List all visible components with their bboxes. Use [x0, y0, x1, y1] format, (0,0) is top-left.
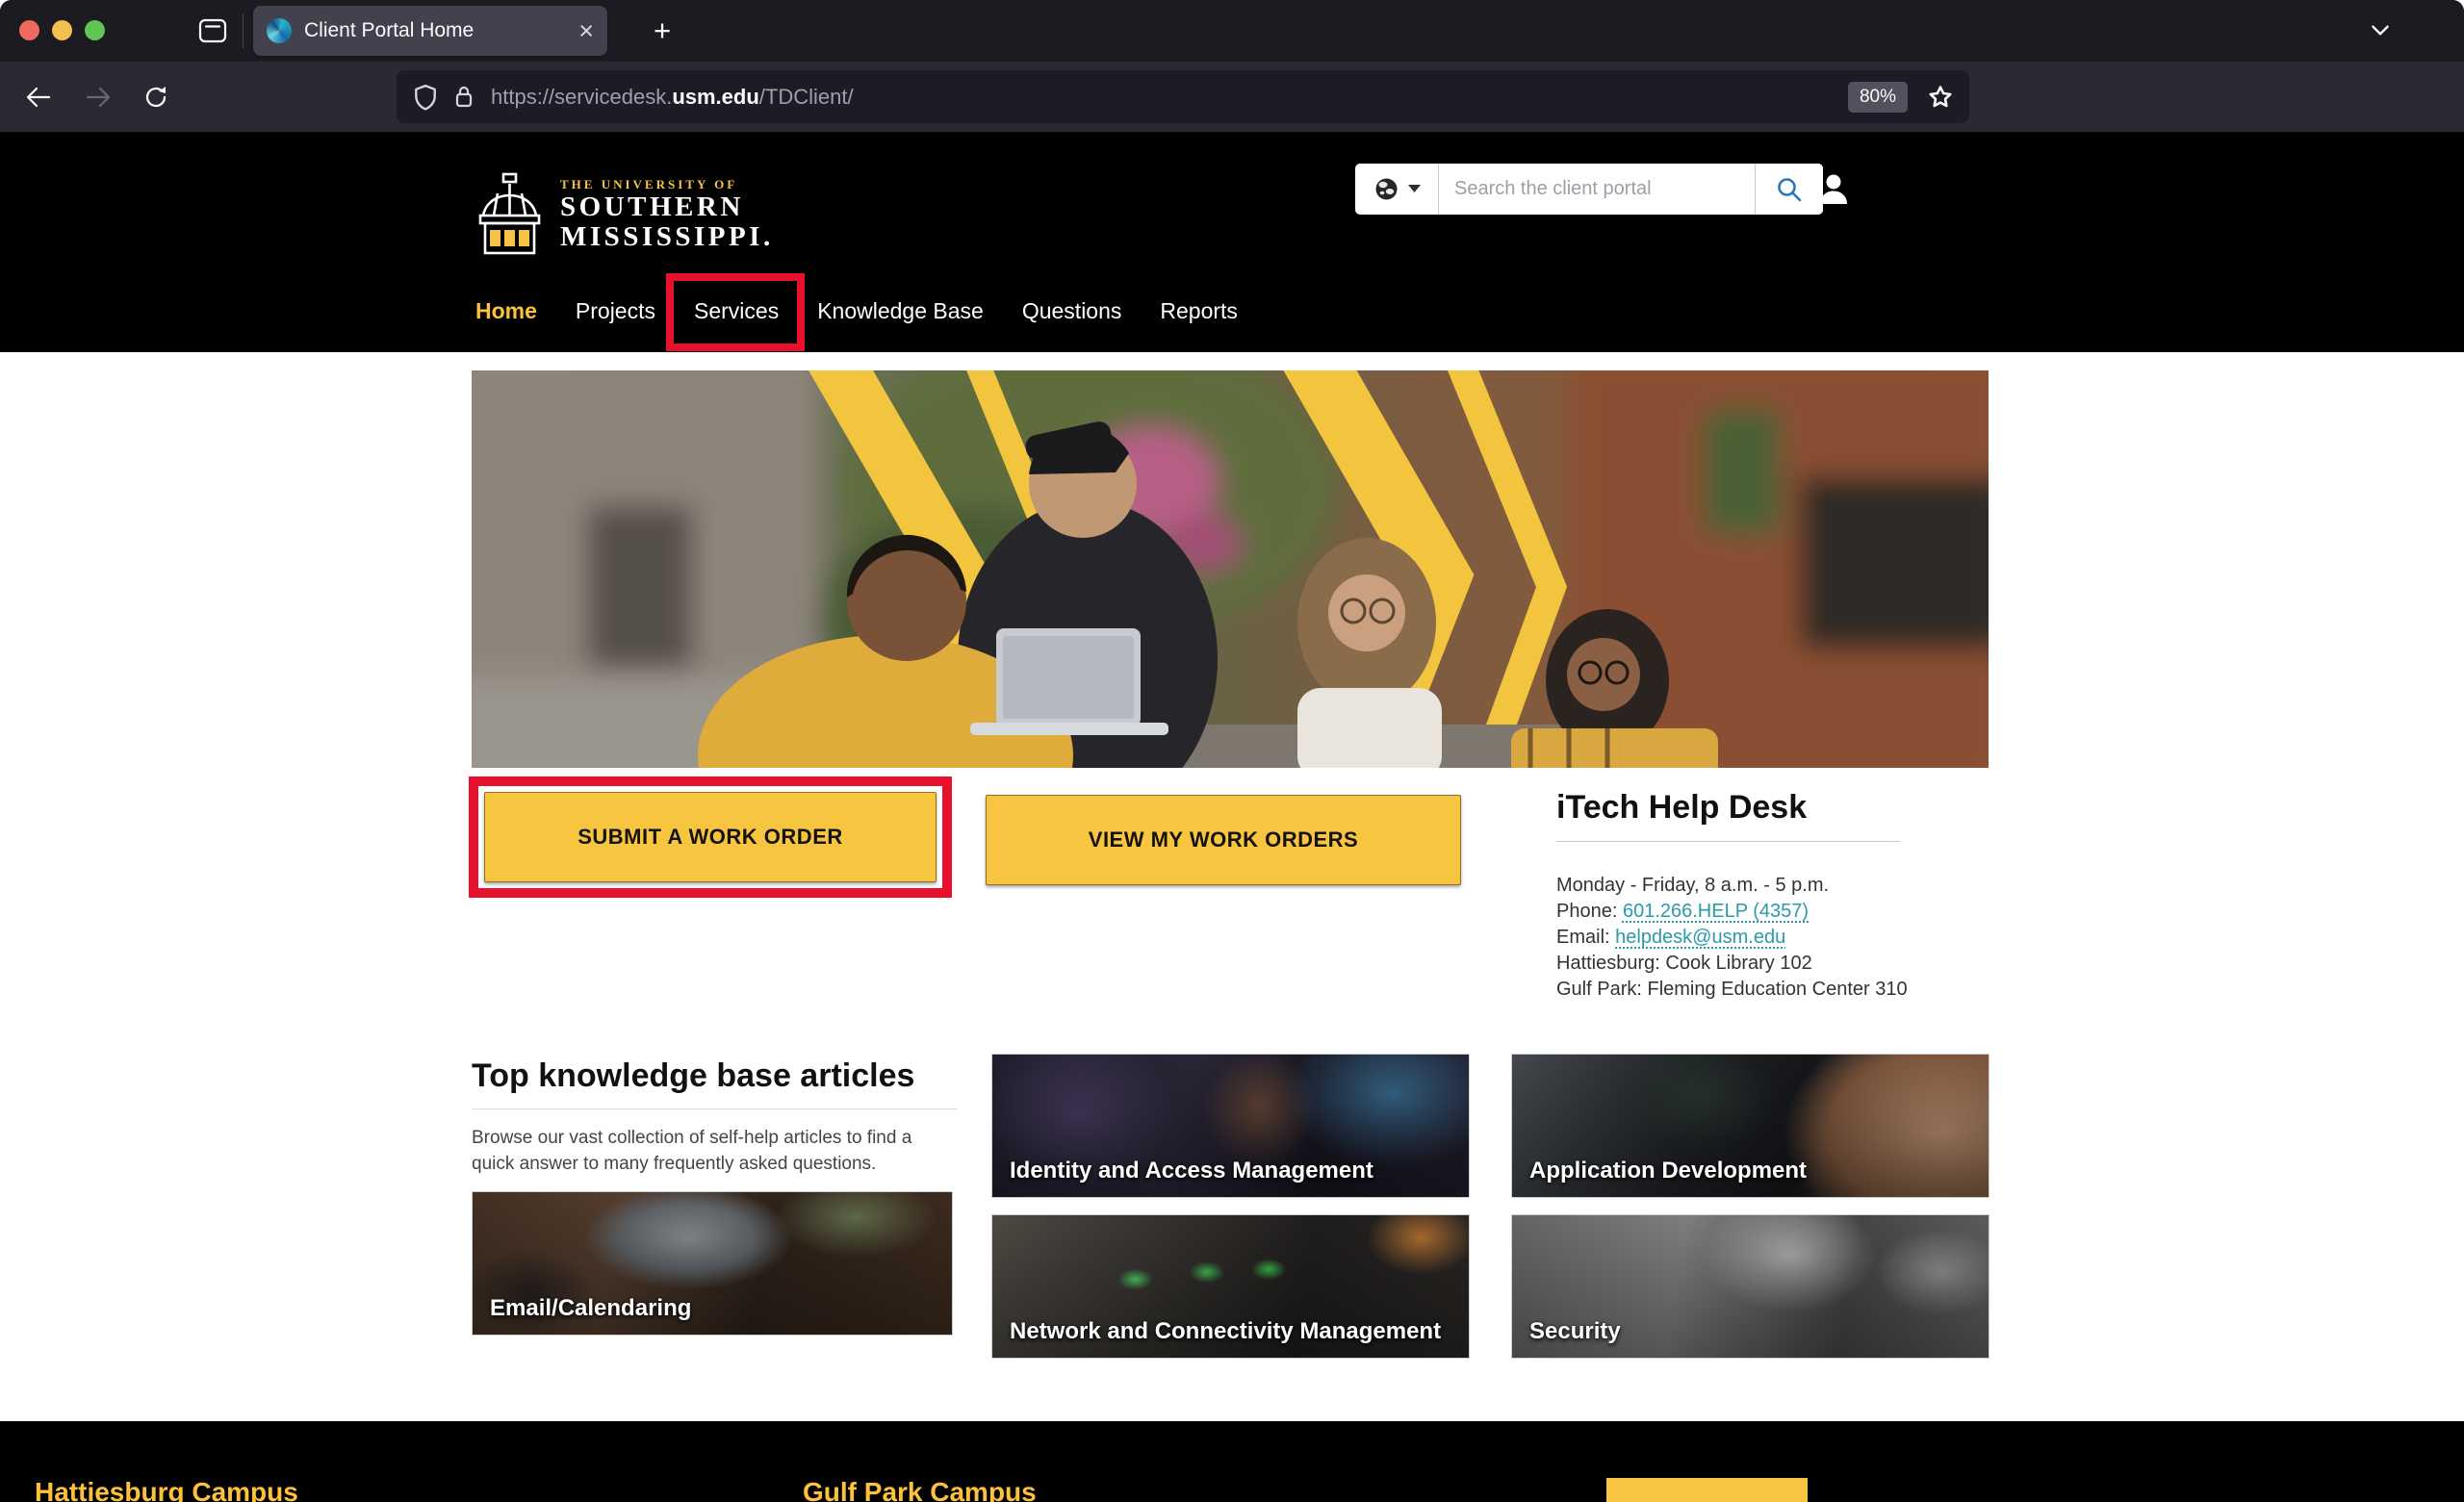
portal-page: THE UNIVERSITY OF SOUTHERN MISSISSIPPI. — [0, 132, 2464, 1502]
tab-client-portal-home[interactable]: Client Portal Home × — [253, 6, 607, 56]
back-button[interactable] — [17, 76, 60, 118]
window-minimize-button[interactable] — [52, 20, 72, 40]
knowledge-base-section: Top knowledge base articles Browse our v… — [472, 1057, 958, 1177]
portal-footer — [0, 1421, 2464, 1502]
kb-card-label: Application Development — [1529, 1158, 1808, 1184]
user-account-button[interactable] — [1815, 170, 1852, 207]
help-desk-panel: iTech Help Desk Monday - Friday, 8 a.m. … — [1556, 789, 1941, 1003]
teamdynamix-favicon — [267, 18, 292, 43]
email-link[interactable]: helpdesk@usm.edu — [1615, 927, 1785, 948]
lock-icon[interactable] — [445, 78, 483, 116]
nav-item-questions[interactable]: Questions — [1020, 294, 1124, 328]
usm-logo[interactable]: THE UNIVERSITY OF SOUTHERN MISSISSIPPI. — [474, 172, 774, 257]
kb-card-label: Security — [1529, 1318, 1621, 1344]
nav-item-reports[interactable]: Reports — [1158, 294, 1240, 328]
list-all-tabs-chevron-icon[interactable] — [2364, 15, 2397, 46]
kb-card-network-connectivity[interactable]: Network and Connectivity Management — [991, 1214, 1470, 1359]
search-button[interactable] — [1756, 164, 1823, 215]
globe-icon — [1375, 178, 1397, 200]
url-domain: usm.edu — [672, 84, 759, 109]
url-text: https://servicedesk.usm.edu/TDClient/ — [491, 85, 1848, 110]
url-bar[interactable]: https://servicedesk.usm.edu/TDClient/ 80… — [397, 70, 1969, 123]
kb-divider — [472, 1108, 958, 1109]
url-path: /TDClient/ — [758, 84, 854, 109]
bookmark-star-icon[interactable] — [1921, 78, 1960, 116]
nav-item-services[interactable]: Services — [666, 272, 806, 351]
firefox-view-icon[interactable] — [195, 14, 230, 47]
search-icon — [1778, 177, 1802, 201]
tabstrip-divider — [243, 13, 244, 48]
window-zoom-button[interactable] — [85, 20, 105, 40]
logo-line-2: SOUTHERN — [560, 191, 744, 222]
logo-line-1: THE UNIVERSITY OF — [560, 177, 738, 191]
nav-item-home[interactable]: Home — [474, 294, 539, 328]
email-label: Email: — [1556, 927, 1616, 948]
tab-strip: Client Portal Home × + — [0, 0, 2464, 62]
usm-dome-icon — [478, 172, 541, 255]
location-gulf-park: Gulf Park: Fleming Education Center 310 — [1556, 979, 1908, 1000]
tab-close-icon[interactable]: × — [578, 17, 594, 44]
logo-line-3: MISSISSIPPI. — [560, 221, 774, 252]
url-scheme-host: https://servicedesk. — [491, 84, 673, 109]
reload-button[interactable] — [135, 76, 177, 118]
footer-gold-button[interactable] — [1606, 1478, 1808, 1502]
kb-card-label: Network and Connectivity Management — [1010, 1318, 1442, 1344]
footer-gulf-park-campus: Gulf Park Campus — [803, 1477, 1037, 1502]
forward-button[interactable] — [77, 76, 119, 118]
kb-card-label: Identity and Access Management — [1010, 1158, 1373, 1184]
portal-main-nav: Home Projects Services Knowledge Base Qu… — [474, 272, 1240, 351]
kb-title: Top knowledge base articles — [472, 1057, 915, 1094]
browser-window: Client Portal Home × + https://servicede… — [0, 0, 2464, 1502]
kb-card-application-development[interactable]: Application Development — [1511, 1054, 1989, 1198]
new-tab-button[interactable]: + — [643, 12, 681, 50]
nav-item-knowledge-base[interactable]: Knowledge Base — [815, 294, 986, 328]
zoom-level-badge[interactable]: 80% — [1847, 81, 1908, 113]
annotation-box-submit: SUBMIT A WORK ORDER — [469, 776, 952, 898]
kb-blurb: Browse our vast collection of self-help … — [472, 1128, 912, 1174]
submit-work-order-button[interactable]: SUBMIT A WORK ORDER — [484, 792, 937, 882]
kb-card-label: Email/Calendaring — [490, 1295, 692, 1321]
location-hattiesburg: Hattiesburg: Cook Library 102 — [1556, 953, 1812, 974]
help-desk-divider — [1556, 841, 1900, 842]
help-desk-title: iTech Help Desk — [1556, 789, 1808, 826]
hero-image — [472, 370, 1989, 768]
help-desk-hours: Monday - Friday, 8 a.m. - 5 p.m. — [1556, 875, 1830, 896]
usm-logo-text: THE UNIVERSITY OF SOUTHERN MISSISSIPPI. — [560, 177, 774, 252]
search-scope-dropdown[interactable] — [1355, 164, 1438, 215]
phone-link[interactable]: 601.266.HELP (4357) — [1623, 901, 1809, 922]
kb-card-identity-access-management[interactable]: Identity and Access Management — [991, 1054, 1470, 1198]
footer-hattiesburg-campus: Hattiesburg Campus — [35, 1477, 298, 1502]
view-work-orders-button[interactable]: VIEW MY WORK ORDERS — [986, 795, 1461, 885]
phone-label: Phone: — [1556, 901, 1623, 922]
traffic-lights — [19, 20, 105, 40]
portal-search-group — [1355, 164, 1823, 215]
nav-item-projects[interactable]: Projects — [574, 294, 657, 328]
kb-card-email-calendaring[interactable]: Email/Calendaring — [472, 1191, 953, 1336]
nav-item-services-label: Services — [694, 297, 780, 323]
kb-card-security[interactable]: Security — [1511, 1214, 1989, 1359]
tracking-shield-icon[interactable] — [406, 78, 445, 116]
chevron-down-icon — [1407, 185, 1421, 192]
search-input[interactable] — [1438, 164, 1756, 215]
window-close-button[interactable] — [19, 20, 39, 40]
tab-title: Client Portal Home — [304, 19, 475, 41]
person-icon — [1820, 174, 1847, 204]
browser-toolbar: https://servicedesk.usm.edu/TDClient/ 80… — [0, 62, 2464, 171]
